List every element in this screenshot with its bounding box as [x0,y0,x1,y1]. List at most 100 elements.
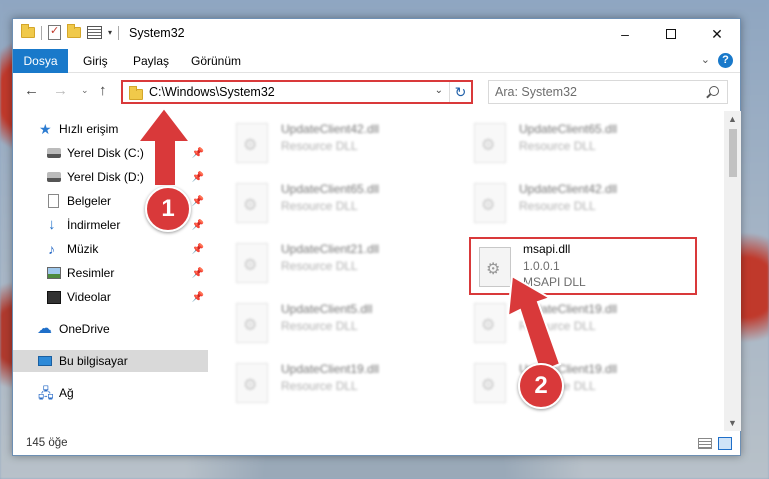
pictures-icon [47,267,61,279]
network-icon: 🖧 [38,385,54,401]
file-list: UpdateClient42.dll Resource DLL UpdateCl… [211,111,723,431]
sidebar-item-label: Yerel Disk (C:) [67,146,144,160]
help-icon[interactable]: ? [718,53,733,68]
address-bar[interactable]: C:\Windows\System32 ⌄ ↻ [121,80,473,104]
step-2-badge: 2 [518,363,564,409]
pin-icon[interactable]: 📌 [192,292,204,303]
file-name: UpdateClient19.dll [281,362,380,376]
sidebar-item-local-disk-d[interactable]: Yerel Disk (D:) 📌 [13,166,208,188]
navigation-bar: ← → ⌄ ↑ C:\Windows\System32 ⌄ ↻ [13,73,740,109]
navigation-pane: ★ Hızlı erişim Yerel Disk (C:) 📌 Yerel D… [13,111,208,431]
file-description: Resource DLL [281,319,358,333]
up-arrow-icon[interactable]: ↑ [99,82,107,99]
file-item[interactable]: UpdateClient42.dll Resource DLL [449,177,674,229]
file-description: Resource DLL [519,139,596,153]
downloads-icon: ↓ [48,216,56,233]
sidebar-item-label: Ağ [59,386,74,400]
music-icon: ♪ [48,241,55,257]
recent-locations-chevron-icon[interactable]: ⌄ [81,85,89,96]
refresh-icon[interactable]: ↻ [449,82,471,102]
maximize-button[interactable] [648,19,694,49]
dll-file-icon [474,303,506,343]
file-name: UpdateClient42.dll [519,182,618,196]
dll-file-icon [474,123,506,163]
sidebar-item-music[interactable]: ♪ Müzik 📌 [13,238,208,260]
window-title: System32 [129,25,185,40]
file-name: UpdateClient42.dll [281,122,380,136]
tab-file[interactable]: Dosya [13,49,68,73]
file-description: Resource DLL [281,199,358,213]
folder-icon [129,86,143,100]
tab-home[interactable]: Giriş [83,49,108,73]
documents-icon [48,194,59,208]
file-item[interactable]: UpdateClient65.dll Resource DLL [449,117,674,169]
toolbar-separator [41,25,42,40]
msapi-highlight-box [469,237,697,295]
pin-icon[interactable]: 📌 [192,148,204,159]
close-button[interactable]: ✕ [694,19,740,49]
minimize-button[interactable]: – [602,19,648,49]
sidebar-item-videos[interactable]: Videolar 📌 [13,286,208,308]
status-bar: 145 öğe [13,433,740,455]
pin-icon[interactable]: 📌 [192,220,204,231]
forward-arrow-icon[interactable]: → [53,82,68,99]
properties-check-icon[interactable] [48,24,61,40]
file-item[interactable]: UpdateClient5.dll Resource DLL [211,297,436,349]
file-description: Resource DLL [519,199,596,213]
sidebar-item-label: OneDrive [59,322,110,336]
file-item[interactable]: UpdateClient19.dll Resource DLL [449,297,674,349]
maximize-icon [666,29,676,39]
search-box[interactable] [488,80,728,104]
file-name: UpdateClient65.dll [281,182,380,196]
ribbon-tabs: Dosya Giriş Paylaş Görünüm ⌄ ? [13,49,740,73]
sidebar-item-quick-access[interactable]: ★ Hızlı erişim [13,118,208,140]
file-explorer-window: ▾ System32 – ✕ Dosya Giriş Paylaş Görünü… [12,18,741,456]
scroll-thumb[interactable] [729,129,737,177]
customize-toolbar-icon[interactable] [87,26,102,39]
sidebar-item-local-disk-c[interactable]: Yerel Disk (C:) 📌 [13,142,208,164]
pin-icon[interactable]: 📌 [192,196,204,207]
file-name: UpdateClient19.dll [519,302,618,316]
details-view-icon[interactable] [698,438,712,449]
file-item[interactable]: UpdateClient21.dll Resource DLL [211,237,436,289]
sidebar-item-label: Videolar [67,290,111,304]
chevron-down-icon[interactable]: ▾ [108,28,112,37]
file-name: UpdateClient5.dll [281,302,373,316]
title-bar: ▾ System32 – ✕ [13,19,740,49]
dll-file-icon [236,303,268,343]
this-pc-icon [38,356,52,366]
file-name: UpdateClient65.dll [519,122,618,136]
dll-file-icon [236,183,268,223]
dll-file-icon [236,363,268,403]
tab-view[interactable]: Görünüm [191,49,241,73]
tab-share[interactable]: Paylaş [133,49,169,73]
local-disk-icon [47,148,61,158]
expand-ribbon-chevron-icon[interactable]: ⌄ [701,53,710,66]
local-disk-icon [47,172,61,182]
search-input[interactable] [495,84,695,100]
sidebar-item-pictures[interactable]: Resimler 📌 [13,262,208,284]
pin-icon[interactable]: 📌 [192,268,204,279]
item-count: 145 öğe [26,437,68,449]
vertical-scrollbar[interactable]: ▲ ▼ [724,111,741,431]
file-description: Resource DLL [281,139,358,153]
sidebar-item-network[interactable]: 🖧 Ağ [13,382,208,404]
sidebar-item-onedrive[interactable]: ☁ OneDrive [13,318,208,340]
sidebar-item-label: Yerel Disk (D:) [67,170,144,184]
address-path[interactable]: C:\Windows\System32 [149,85,275,99]
sidebar-item-this-pc[interactable]: Bu bilgisayar [13,350,208,372]
file-item[interactable]: UpdateClient65.dll Resource DLL [211,177,436,229]
file-name: UpdateClient21.dll [281,242,380,256]
scroll-up-arrow-icon[interactable]: ▲ [728,114,737,124]
file-item[interactable]: UpdateClient42.dll Resource DLL [211,117,436,169]
large-icons-view-icon[interactable] [718,437,732,450]
pin-icon[interactable]: 📌 [192,244,204,255]
new-folder-icon[interactable] [67,24,81,38]
back-arrow-icon[interactable]: ← [24,82,39,99]
dll-file-icon [474,363,506,403]
pin-icon[interactable]: 📌 [192,172,204,183]
scroll-down-arrow-icon[interactable]: ▼ [728,418,737,428]
address-dropdown-chevron-icon[interactable]: ⌄ [435,85,443,96]
file-item[interactable]: UpdateClient19.dll Resource DLL [211,357,436,409]
search-icon[interactable] [709,86,719,96]
